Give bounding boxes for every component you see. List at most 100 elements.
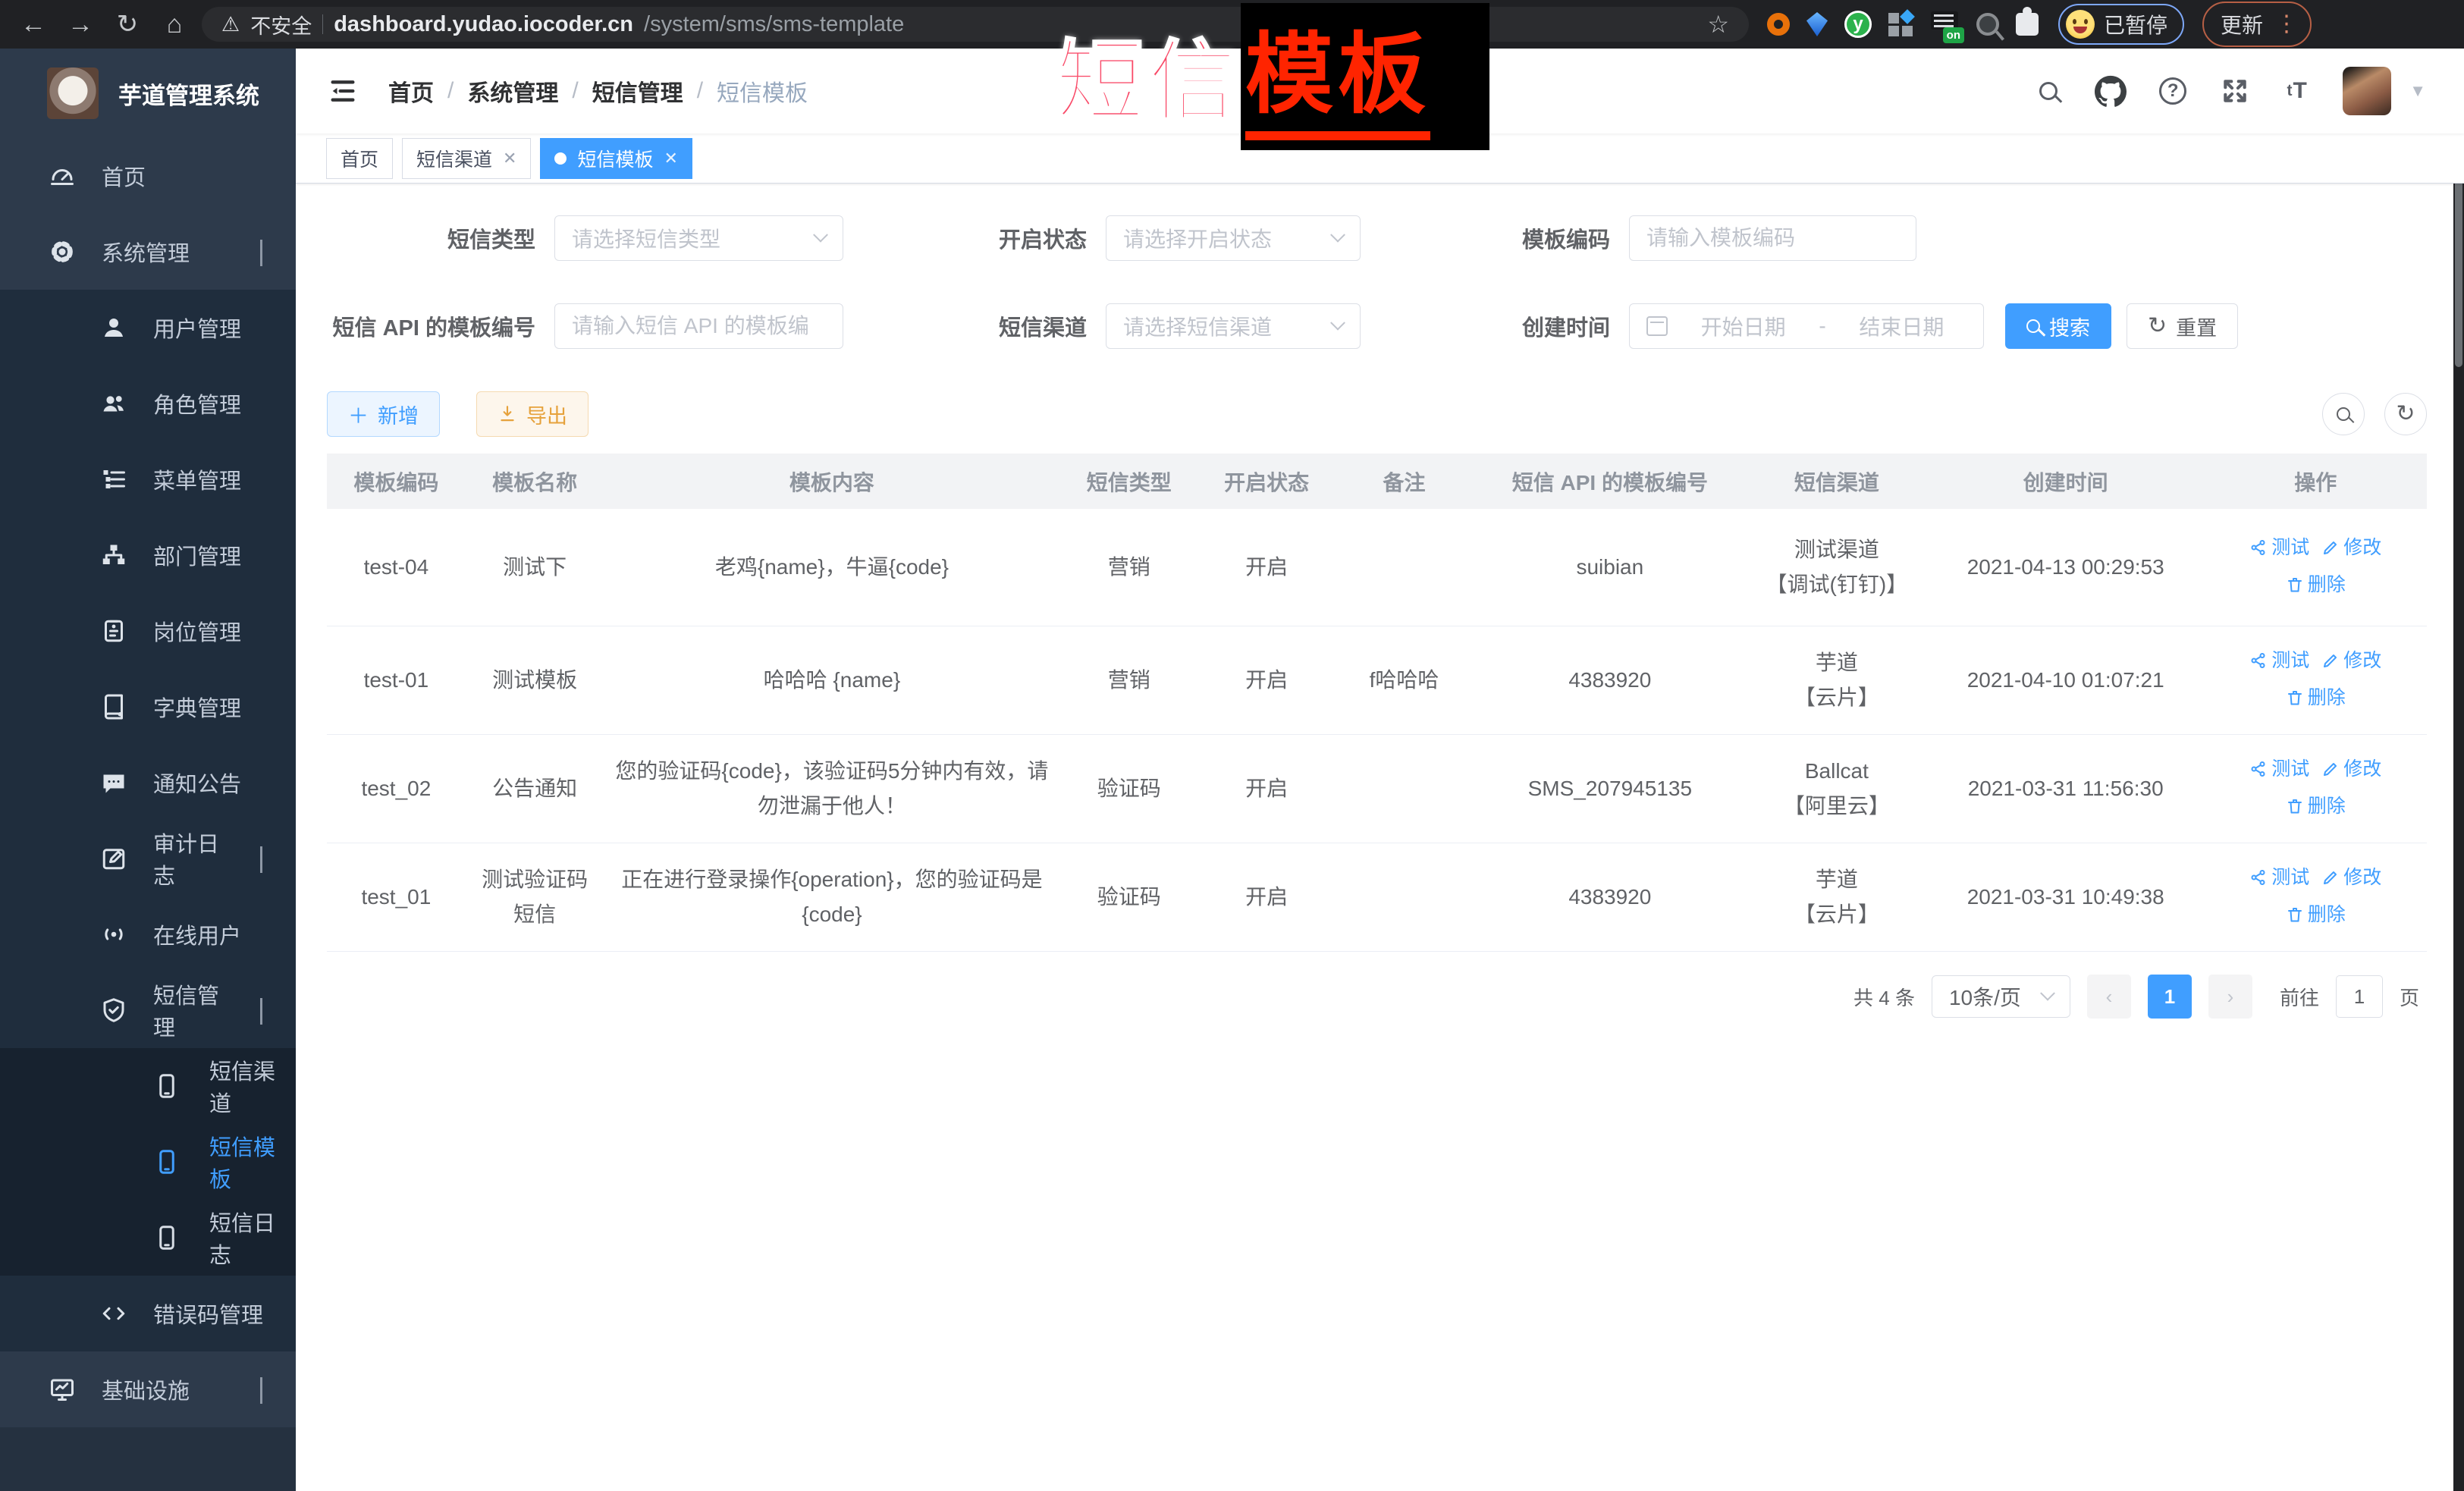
sidebar-item-posts[interactable]: 岗位管理 — [0, 593, 296, 669]
sidebar: 芋道管理系统 首页 系统管理 用户管 — [0, 49, 296, 1491]
test-link[interactable]: 测试 — [2249, 530, 2309, 565]
sidebar-item-dict[interactable]: 字典管理 — [0, 669, 296, 745]
sidebar-logo-row[interactable]: 芋道管理系统 — [0, 49, 296, 138]
page-size-select[interactable]: 10条/页 — [1932, 975, 2070, 1018]
extension-monocle-icon[interactable] — [1976, 13, 1999, 36]
extension-green-icon[interactable]: y — [1844, 11, 1872, 38]
edit-link[interactable]: 修改 — [2321, 530, 2381, 565]
status-select[interactable]: 请选择开启状态 — [1106, 215, 1361, 261]
help-icon[interactable]: ? — [2156, 74, 2189, 108]
extension-gem-icon[interactable] — [1806, 12, 1828, 36]
table-row[interactable]: test_02 公告通知 您的验证码{code}，该验证码5分钟内有效，请勿泄漏… — [327, 735, 2427, 843]
sidebar-item-users[interactable]: 用户管理 — [0, 290, 296, 366]
back-icon[interactable]: ← — [14, 5, 53, 44]
profile-status-label: 已暂停 — [2104, 9, 2167, 39]
breadcrumb-system[interactable]: 系统管理 — [467, 74, 558, 108]
fullscreen-icon[interactable] — [2218, 74, 2252, 108]
pagination-total: 共 4 条 — [1853, 983, 1915, 1011]
export-button[interactable]: 导出 — [476, 391, 589, 437]
sidebar-item-notice[interactable]: 通知公告 — [0, 745, 296, 821]
test-link[interactable]: 测试 — [2249, 752, 2309, 786]
refresh-icon: ↻ — [2148, 315, 2167, 337]
delete-link[interactable]: 删除 — [2286, 897, 2346, 932]
sidebar-item-sms-channel[interactable]: 短信渠道 — [0, 1048, 296, 1124]
delete-link[interactable]: 删除 — [2286, 680, 2346, 715]
extensions-puzzle-icon[interactable] — [2016, 13, 2039, 36]
sidebar-item-home[interactable]: 首页 — [0, 138, 296, 214]
sidebar-item-infra[interactable]: 基础设施 — [0, 1351, 296, 1427]
menu-fold-icon[interactable] — [326, 74, 359, 108]
browser-update-button[interactable]: 更新 ⋮ — [2202, 2, 2312, 47]
extension-grid-icon[interactable] — [1888, 11, 1914, 37]
sidebar-item-sms[interactable]: 短信管理 — [0, 972, 296, 1048]
url-bar[interactable]: ⚠ 不安全 dashboard.yudao.iocoder.cn /system… — [202, 7, 1749, 42]
cell-code: test-04 — [327, 509, 466, 626]
font-size-icon[interactable]: tT — [2280, 74, 2314, 108]
tags-view-bar: 首页 短信渠道 ✕ 短信模板 ✕ — [296, 133, 2464, 184]
user-avatar[interactable] — [2343, 67, 2391, 115]
sms-type-select[interactable]: 请选择短信类型 — [554, 215, 843, 261]
avatar-caret-icon[interactable]: ▼ — [2409, 81, 2426, 101]
goto-page-input[interactable] — [2336, 975, 2383, 1018]
sidebar-item-error-code[interactable]: 错误码管理 — [0, 1276, 296, 1351]
home-icon[interactable]: ⌂ — [155, 5, 194, 44]
cell-remark — [1335, 509, 1474, 626]
add-button[interactable]: ＋ 新增 — [327, 391, 440, 437]
sidebar-item-departments[interactable]: 部门管理 — [0, 517, 296, 593]
next-page-button[interactable]: › — [2208, 975, 2252, 1019]
sidebar-item-online-users[interactable]: 在线用户 — [0, 896, 296, 972]
bookmark-star-icon[interactable]: ☆ — [1707, 10, 1729, 39]
template-code-input[interactable] — [1646, 226, 1899, 250]
show-search-button[interactable] — [2322, 393, 2365, 435]
date-range-separator: - — [1819, 314, 1825, 338]
update-label: 更新 — [2221, 9, 2263, 39]
extension-ring-icon[interactable] — [1767, 13, 1790, 36]
tab-home[interactable]: 首页 — [326, 138, 393, 179]
scrollbar[interactable] — [2453, 49, 2464, 1491]
test-link[interactable]: 测试 — [2249, 643, 2309, 678]
sidebar-item-system[interactable]: 系统管理 — [0, 214, 296, 290]
forward-icon[interactable]: → — [61, 5, 100, 44]
browser-profile-button[interactable]: 已暂停 — [2058, 4, 2184, 45]
prev-page-button[interactable]: ‹ — [2087, 975, 2131, 1019]
close-icon[interactable]: ✕ — [503, 149, 516, 168]
search-button[interactable]: 搜索 — [2005, 303, 2111, 349]
sidebar-item-audit-log[interactable]: 审计日志 — [0, 821, 296, 896]
table-row[interactable]: test_01 测试验证码短信 正在进行登录操作{operation}，您的验证… — [327, 843, 2427, 952]
tab-sms-template[interactable]: 短信模板 ✕ — [540, 138, 692, 179]
sidebar-item-menus[interactable]: 菜单管理 — [0, 441, 296, 517]
edit-link[interactable]: 修改 — [2321, 752, 2381, 786]
delete-link[interactable]: 删除 — [2286, 789, 2346, 824]
edit-link[interactable]: 修改 — [2321, 643, 2381, 678]
table-row[interactable]: test-01 测试模板 哈哈哈 {name} 营销 开启 f哈哈哈 43839… — [327, 626, 2427, 735]
search-icon[interactable] — [2032, 74, 2065, 108]
delete-link[interactable]: 删除 — [2286, 567, 2346, 602]
channel-select[interactable]: 请选择短信渠道 — [1106, 303, 1361, 349]
breadcrumb-home[interactable]: 首页 — [388, 74, 434, 108]
sidebar-item-sms-template[interactable]: 短信模板 — [0, 1124, 296, 1200]
tab-sms-channel[interactable]: 短信渠道 ✕ — [402, 138, 531, 179]
extension-list-icon[interactable]: on — [1931, 11, 1960, 37]
pen-square-icon — [99, 845, 129, 872]
chevron-down-icon — [260, 1377, 262, 1402]
edit-link[interactable]: 修改 — [2321, 860, 2381, 895]
browser-menu-icon[interactable]: ⋮ — [2275, 13, 2298, 36]
close-icon[interactable]: ✕ — [664, 149, 677, 168]
refresh-button[interactable]: ↻ — [2384, 393, 2427, 435]
api-template-input[interactable] — [572, 314, 826, 338]
table-row[interactable]: test-04 测试下 老鸡{name}，牛逼{code} 营销 开启 suib… — [327, 509, 2427, 626]
reset-button[interactable]: ↻ 重置 — [2127, 303, 2238, 349]
sidebar-item-roles[interactable]: 角色管理 — [0, 366, 296, 441]
cell-remark — [1335, 735, 1474, 843]
col-header: 模板名称 — [466, 454, 604, 509]
date-range-picker[interactable]: 开始日期 - 结束日期 — [1629, 303, 1984, 349]
reset-button-label: 重置 — [2176, 312, 2217, 341]
test-link[interactable]: 测试 — [2249, 860, 2309, 895]
reload-icon[interactable]: ↻ — [108, 5, 147, 44]
breadcrumb-sms[interactable]: 短信管理 — [592, 74, 683, 108]
security-label[interactable]: 不安全 — [250, 10, 312, 39]
sidebar-item-sms-log[interactable]: 短信日志 — [0, 1200, 296, 1276]
github-icon[interactable] — [2094, 74, 2127, 108]
cell-content: 哈哈哈 {name} — [604, 626, 1060, 735]
page-number-1[interactable]: 1 — [2148, 975, 2192, 1019]
